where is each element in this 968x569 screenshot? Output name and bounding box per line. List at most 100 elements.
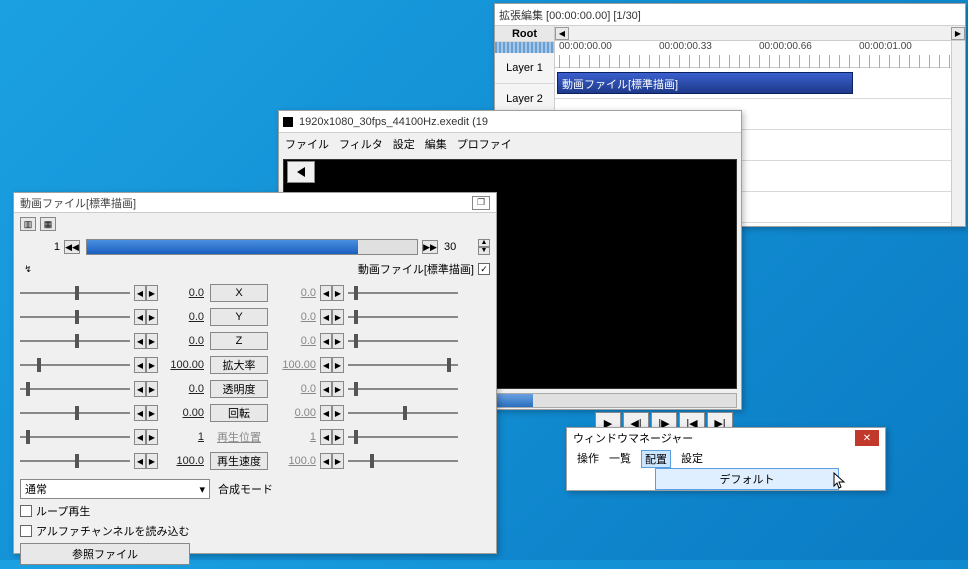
param-step-right[interactable]: ◀▶ — [320, 357, 344, 373]
wm-menu-1[interactable]: 一覧 — [609, 450, 631, 468]
param-value-left[interactable]: 100.00 — [162, 359, 204, 371]
param-slider-left[interactable] — [20, 380, 130, 398]
wm-menu-3[interactable]: 設定 — [681, 450, 703, 468]
param-step-left[interactable]: ◀▶ — [134, 405, 158, 421]
param-slider-left[interactable] — [20, 356, 130, 374]
param-value-right[interactable]: 0.0 — [274, 335, 316, 347]
menu-settings[interactable]: 設定 — [393, 136, 415, 152]
track-1[interactable]: 動画ファイル[標準描画] — [555, 68, 965, 99]
param-slider-left[interactable] — [20, 332, 130, 350]
param-name-button[interactable]: X — [210, 284, 268, 302]
param-value-right[interactable]: 0.0 — [274, 287, 316, 299]
param-step-right[interactable]: ◀▶ — [320, 405, 344, 421]
restore-icon[interactable]: ❐ — [472, 196, 490, 210]
wm-menu-0[interactable]: 操作 — [577, 450, 599, 468]
tool-icon-1[interactable]: ▥ — [20, 217, 36, 231]
property-titlebar[interactable]: 動画ファイル[標準描画] ❐ — [14, 193, 496, 213]
timeline-ruler[interactable]: 00:00:00.00 00:00:00.33 00:00:00.66 00:0… — [555, 41, 965, 68]
param-step-right[interactable]: ◀▶ — [320, 309, 344, 325]
param-step-left[interactable]: ◀▶ — [134, 381, 158, 397]
menu-file[interactable]: ファイル — [285, 136, 329, 152]
param-name-button[interactable]: Y — [210, 308, 268, 326]
param-slider-left[interactable] — [20, 428, 130, 446]
video-clip[interactable]: 動画ファイル[標準描画] — [557, 72, 853, 94]
param-step-right[interactable]: ◀▶ — [320, 453, 344, 469]
tool-icon-2[interactable]: ▦ — [40, 217, 56, 231]
param-step-left[interactable]: ◀▶ — [134, 429, 158, 445]
param-slider-right[interactable] — [348, 404, 458, 422]
param-value-left[interactable]: 0.0 — [162, 311, 204, 323]
param-value-right[interactable]: 0.0 — [274, 383, 316, 395]
frame-next-button[interactable]: ▶▶ — [422, 240, 438, 254]
menu-edit[interactable]: 編集 — [425, 136, 447, 152]
param-row-回転: ◀▶ 0.00 回転 0.00 ◀▶ — [20, 401, 490, 425]
skip-start-button[interactable] — [287, 161, 315, 183]
timeline-vscroll[interactable] — [951, 41, 965, 226]
param-row-透明度: ◀▶ 0.0 透明度 0.0 ◀▶ — [20, 377, 490, 401]
param-slider-right[interactable] — [348, 284, 458, 302]
param-name-button[interactable]: 回転 — [210, 404, 268, 422]
param-step-left[interactable]: ◀▶ — [134, 453, 158, 469]
param-slider-right[interactable] — [348, 428, 458, 446]
alpha-checkbox[interactable] — [20, 525, 32, 537]
close-button[interactable]: ✕ — [855, 430, 879, 446]
param-value-right[interactable]: 0.0 — [274, 311, 316, 323]
enable-checkbox[interactable]: ✓ — [478, 263, 490, 275]
param-value-left[interactable]: 100.0 — [162, 455, 204, 467]
scroll-left-icon[interactable]: ◀ — [555, 27, 569, 40]
param-step-right[interactable]: ◀▶ — [320, 285, 344, 301]
preview-titlebar[interactable]: 1920x1080_30fps_44100Hz.exedit (19 — [279, 111, 741, 133]
param-value-right[interactable]: 1 — [274, 431, 316, 443]
param-row-Y: ◀▶ 0.0 Y 0.0 ◀▶ — [20, 305, 490, 329]
param-value-left[interactable]: 0.0 — [162, 383, 204, 395]
param-slider-left[interactable] — [20, 284, 130, 302]
param-slider-left[interactable] — [20, 404, 130, 422]
property-window: 動画ファイル[標準描画] ❐ ▥ ▦ 1 ◀◀ ▶▶ 30 ▲▼ ↯ 動画ファイ… — [13, 192, 497, 554]
param-slider-left[interactable] — [20, 308, 130, 326]
blend-mode-combo[interactable]: 通常 ▾ — [20, 479, 210, 499]
param-step-right[interactable]: ◀▶ — [320, 381, 344, 397]
frame-slider[interactable] — [86, 239, 418, 255]
layer-1-label[interactable]: Layer 1 — [495, 53, 554, 84]
param-slider-right[interactable] — [348, 380, 458, 398]
param-value-left[interactable]: 0.0 — [162, 335, 204, 347]
param-slider-left[interactable] — [20, 452, 130, 470]
frame-spinner[interactable]: ▲▼ — [478, 239, 490, 255]
param-name-button[interactable]: 再生速度 — [210, 452, 268, 470]
mouse-icon: ↯ — [20, 262, 36, 276]
param-slider-right[interactable] — [348, 332, 458, 350]
param-value-left[interactable]: 0.0 — [162, 287, 204, 299]
frame-prev-button[interactable]: ◀◀ — [64, 240, 80, 254]
param-name-button[interactable]: 透明度 — [210, 380, 268, 398]
scroll-right-icon[interactable]: ▶ — [951, 27, 965, 40]
param-value-left[interactable]: 1 — [162, 431, 204, 443]
wm-menu-2[interactable]: 配置 — [641, 450, 671, 468]
param-slider-right[interactable] — [348, 308, 458, 326]
param-step-left[interactable]: ◀▶ — [134, 309, 158, 325]
param-slider-right[interactable] — [348, 356, 458, 374]
param-value-right[interactable]: 100.00 — [274, 359, 316, 371]
reference-file-button[interactable]: 参照ファイル — [20, 543, 190, 565]
timeline-hscroll[interactable]: ◀ ▶ — [555, 26, 965, 41]
root-label[interactable]: Root — [495, 26, 554, 42]
preview-menubar: ファイル フィルタ 設定 編集 プロファイ — [279, 133, 741, 155]
param-name-button[interactable]: Z — [210, 332, 268, 350]
param-step-left[interactable]: ◀▶ — [134, 285, 158, 301]
menu-filter[interactable]: フィルタ — [339, 136, 383, 152]
param-slider-right[interactable] — [348, 452, 458, 470]
param-step-left[interactable]: ◀▶ — [134, 357, 158, 373]
param-value-right[interactable]: 100.0 — [274, 455, 316, 467]
wm-titlebar[interactable]: ウィンドウマネージャー ✕ — [567, 428, 885, 448]
param-value-right[interactable]: 0.00 — [274, 407, 316, 419]
menu-profile[interactable]: プロファイ — [457, 136, 512, 152]
loop-checkbox[interactable] — [20, 505, 32, 517]
param-row-Z: ◀▶ 0.0 Z 0.0 ◀▶ — [20, 329, 490, 353]
timeline-titlebar[interactable]: 拡張編集 [00:00:00.00] [1/30] — [495, 4, 965, 26]
param-step-right[interactable]: ◀▶ — [320, 429, 344, 445]
param-step-left[interactable]: ◀▶ — [134, 333, 158, 349]
param-step-right[interactable]: ◀▶ — [320, 333, 344, 349]
param-value-left[interactable]: 0.00 — [162, 407, 204, 419]
param-name-button[interactable]: 再生位置 — [210, 428, 268, 446]
param-name-button[interactable]: 拡大率 — [210, 356, 268, 374]
wm-dropdown-item[interactable]: デフォルト — [655, 468, 839, 490]
